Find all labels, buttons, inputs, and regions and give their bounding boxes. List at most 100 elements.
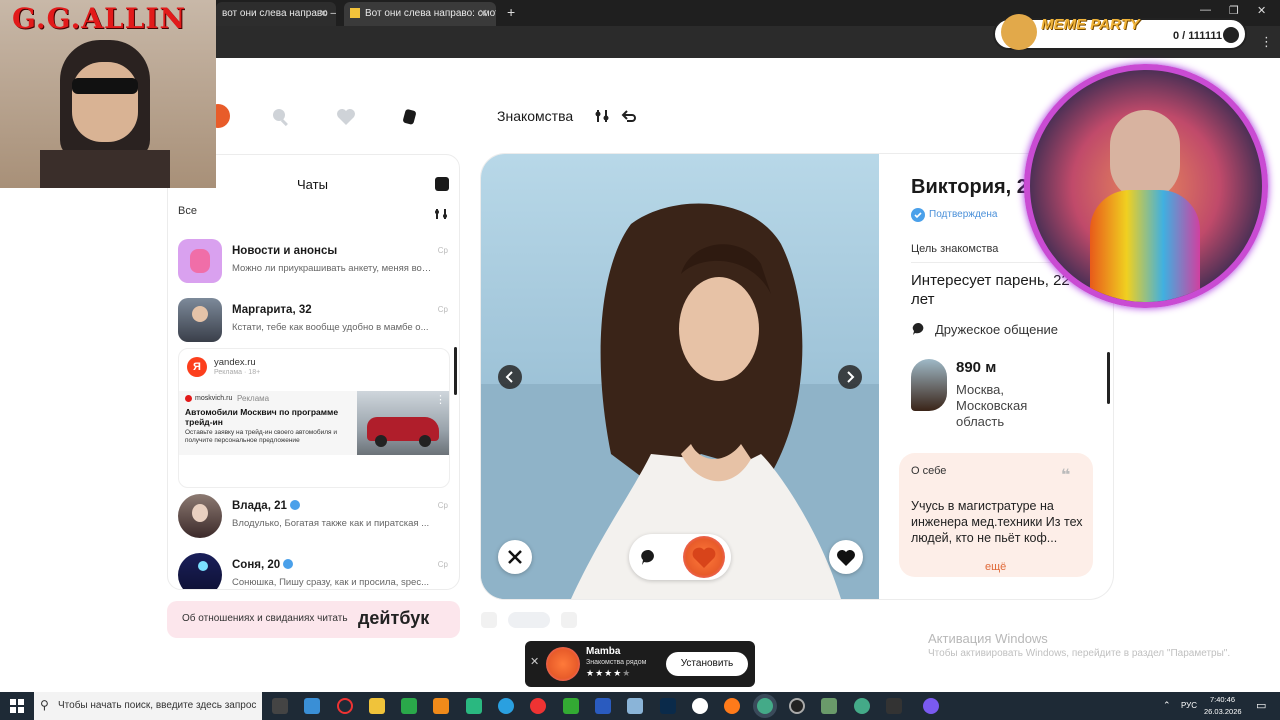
notifications-icon[interactable]: ▭ (1256, 699, 1266, 712)
app-icon-9[interactable] (886, 698, 902, 714)
firefox-icon[interactable] (724, 698, 740, 714)
tab-close-icon[interactable]: ✕ (479, 2, 488, 26)
chats-filter[interactable]: Все (178, 205, 197, 217)
chat-bubble-icon (912, 322, 926, 336)
photo-prev-button[interactable] (498, 365, 522, 389)
close-popup-icon[interactable]: ✕ (530, 655, 539, 668)
tray-arrow-icon[interactable]: ⌃ (1163, 700, 1171, 711)
datebook-banner[interactable]: Об отношениях и свиданиях читать дейтбук (167, 601, 460, 638)
app-icon-10[interactable] (923, 698, 939, 714)
chats-filter-icon[interactable] (434, 207, 448, 219)
clock-time[interactable]: 7:40:46 (1210, 695, 1235, 704)
verified-icon (283, 558, 294, 569)
chat-item-news[interactable]: Новости и анонсы Можно ли приукрашивать … (178, 239, 450, 287)
dislike-button[interactable] (498, 540, 532, 574)
chrome-icon[interactable] (757, 698, 773, 714)
app-icon-2[interactable] (401, 698, 417, 714)
photo-next-page-button[interactable] (561, 612, 577, 628)
profile-photo[interactable] (481, 154, 879, 599)
chat-message: Можно ли приукрашивать анкету, меняя воз… (232, 263, 432, 274)
mamba-title: Mamba (586, 646, 621, 657)
activation-title: Активация Windows (928, 631, 1048, 646)
about-more-link[interactable]: ещё (985, 561, 1006, 573)
like-button[interactable] (829, 540, 863, 574)
avatar (178, 239, 222, 283)
ad-headline: Автомобили Москвич по программе трейд-ин (185, 407, 339, 427)
undo-icon[interactable] (621, 108, 637, 124)
location-photo-thumbnail (911, 359, 947, 411)
browser-tab-1[interactable]: вот они слева направо — Янд ✕ (216, 2, 336, 26)
chat-time: Ср (437, 560, 448, 569)
taskbar-search-placeholder: Чтобы начать поиск, введите здесь запрос (58, 700, 257, 711)
meme-counter: 0 / 111111 (1173, 30, 1222, 42)
avatar (178, 494, 222, 538)
about-text: Учусь в магистратуре на инженера мед.тех… (911, 499, 1083, 545)
app-icon-8[interactable] (821, 698, 837, 714)
menu-dots-icon[interactable]: ⋮ (1260, 34, 1273, 50)
doge-icon (1001, 14, 1037, 50)
chat-name: Новости и анонсы (232, 245, 338, 257)
vlc-icon[interactable] (433, 698, 449, 714)
windows-start-icon[interactable] (10, 699, 24, 713)
tab-favicon-icon (350, 8, 360, 19)
chat-time: Ср (437, 246, 448, 255)
chat-item-vlada[interactable]: Влада, 21 Влодулько, Богатая также как и… (178, 494, 450, 542)
likes-icon[interactable] (335, 106, 357, 128)
webcam-overlay (1024, 64, 1268, 308)
app-icon-5[interactable] (563, 698, 579, 714)
app-icon-7[interactable] (789, 698, 805, 714)
chat-name: Маргарита, 32 (232, 304, 312, 316)
app-icon-3[interactable] (466, 698, 482, 714)
cards-icon[interactable] (400, 106, 422, 128)
close-window-icon[interactable]: ✕ (1257, 4, 1266, 17)
photo-pager[interactable] (508, 612, 550, 628)
page-title: Знакомства (497, 108, 574, 124)
app-icon-4[interactable] (530, 698, 546, 714)
friendly-label: Дружеское общение (935, 322, 1058, 337)
photoshop-icon[interactable] (660, 698, 676, 714)
photo-next-button[interactable] (838, 365, 862, 389)
minimize-icon[interactable]: — (1200, 4, 1211, 16)
chats-scrollbar[interactable] (454, 347, 457, 395)
chat-message: Влодулько, Богатая также как и пиратская… (232, 518, 430, 529)
language-indicator[interactable]: РУС (1181, 701, 1197, 710)
chrome-icon-2[interactable] (854, 698, 870, 714)
yandex-icon[interactable] (692, 698, 708, 714)
ad-block[interactable]: Я yandex.ru Реклама · 18+ moskvich.ru Ре… (178, 348, 450, 488)
ad-source-tag: Реклама (237, 394, 270, 403)
tab-close-icon[interactable]: ✕ (319, 2, 328, 26)
new-tab-button[interactable]: + (507, 4, 515, 20)
browser-tab-2[interactable]: Вот они слева направо: смотр ✕ (344, 2, 496, 26)
chat-message: Кстати, тебе как вообще удобно в мамбе о… (232, 322, 429, 333)
restore-icon[interactable]: ❐ (1229, 4, 1239, 17)
ad-menu-icon[interactable]: ⋮ (435, 393, 446, 406)
opera-icon[interactable] (337, 698, 353, 714)
install-button[interactable]: Установить (666, 652, 748, 676)
datebook-text: Об отношениях и свиданиях читать (182, 613, 348, 624)
source-icon (185, 395, 192, 402)
chat-item-margarita[interactable]: Маргарита, 32 Кстати, тебе как вообще уд… (178, 298, 450, 346)
task-view-icon[interactable] (272, 698, 288, 714)
clock-date[interactable]: 26.03.2026 (1204, 707, 1242, 716)
taskbar-search[interactable]: ⚲ Чтобы начать поиск, введите здесь запр… (34, 692, 262, 720)
chat-item-sonya[interactable]: Соня, 20 Сонюшка, Пишу сразу, как и прос… (178, 553, 450, 589)
yandex-logo-icon: Я (187, 357, 207, 377)
quote-icon: ❝ (1061, 467, 1071, 484)
goal-label: Цель знакомства (911, 243, 999, 255)
explorer-icon[interactable] (369, 698, 385, 714)
overlay-title: G.G.ALLIN (12, 2, 187, 35)
ad-domain: yandex.ru (214, 357, 256, 368)
telegram-icon[interactable] (498, 698, 514, 714)
search-icon[interactable] (270, 106, 292, 128)
app-icon-6[interactable] (627, 698, 643, 714)
app-icon-1[interactable] (304, 698, 320, 714)
message-icon[interactable] (639, 547, 659, 567)
photo-prev-page-button[interactable] (481, 612, 497, 628)
word-icon[interactable] (595, 698, 611, 714)
superlike-button[interactable] (683, 536, 725, 578)
verified-label: Подтверждена (929, 209, 998, 220)
new-chat-icon[interactable] (435, 177, 449, 191)
chat-name: Соня, 20 (232, 558, 294, 571)
filter-icon[interactable] (594, 108, 610, 124)
profile-scrollbar[interactable] (1107, 352, 1110, 404)
